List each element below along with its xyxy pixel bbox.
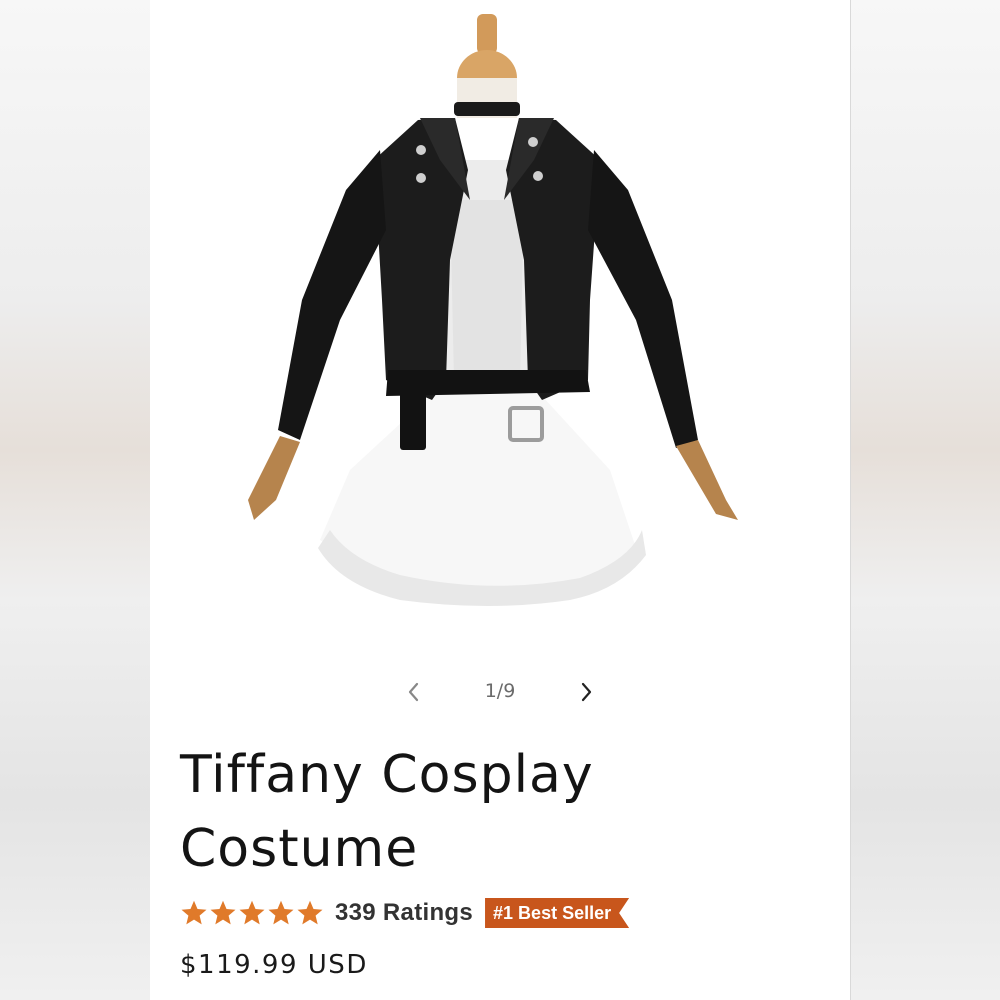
rating-count[interactable]: 339 Ratings xyxy=(335,899,473,927)
star-icon xyxy=(239,900,265,925)
blurred-background-right xyxy=(850,0,1000,1000)
image-counter: 1/9 xyxy=(484,680,516,702)
star-icon xyxy=(210,900,236,925)
image-carousel-controls: 1/9 xyxy=(150,672,850,712)
star-icon xyxy=(181,900,207,925)
product-price: $119.99 USD xyxy=(180,950,368,980)
chevron-left-icon[interactable] xyxy=(400,678,428,706)
star-icon xyxy=(297,900,323,925)
chevron-right-icon[interactable] xyxy=(572,678,600,706)
star-rating xyxy=(180,899,325,927)
rating-row[interactable]: 339 Ratings #1 Best Seller xyxy=(180,893,629,933)
blurred-background-left xyxy=(0,0,150,1000)
product-card: 1/9 Tiffany Cosplay Costume 339 Ratings … xyxy=(150,0,851,1000)
product-title: Tiffany Cosplay Costume xyxy=(180,745,594,879)
product-image[interactable] xyxy=(150,0,850,640)
star-icon xyxy=(268,900,294,925)
best-seller-badge: #1 Best Seller xyxy=(485,898,629,928)
